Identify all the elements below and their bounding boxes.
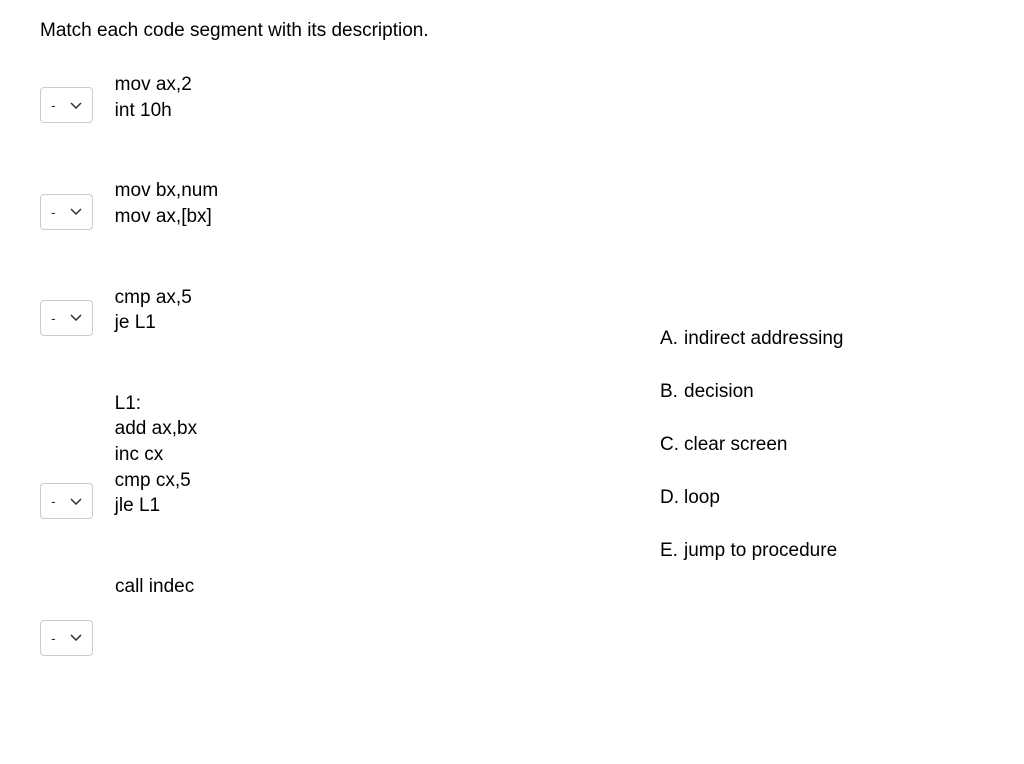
content-area: - mov ax,2 int 10h - mov bx,num mov ax,[…: [40, 72, 984, 711]
match-item: - cmp ax,5 je L1: [40, 285, 660, 336]
answer-dropdown[interactable]: -: [40, 300, 93, 336]
code-segment: L1: add ax,bx inc cx cmp cx,5 jle L1: [115, 391, 197, 519]
match-item: call indec -: [40, 574, 660, 656]
answer-dropdown[interactable]: -: [40, 87, 93, 123]
answer-option: E. jump to procedure: [660, 534, 984, 562]
dropdown-value: -: [51, 493, 56, 509]
chevron-down-icon: [70, 102, 82, 109]
match-item: - L1: add ax,bx inc cx cmp cx,5 jle L1: [40, 391, 660, 519]
dropdown-value: -: [51, 97, 56, 113]
chevron-down-icon: [70, 314, 82, 321]
answer-text: decision: [684, 381, 754, 403]
dropdown-value: -: [51, 630, 56, 646]
chevron-down-icon: [70, 498, 82, 505]
answer-letter: D.: [660, 481, 684, 509]
answer-option: A. indirect addressing: [660, 322, 984, 350]
answer-dropdown[interactable]: -: [40, 194, 93, 230]
chevron-down-icon: [70, 208, 82, 215]
code-segment: mov bx,num mov ax,[bx]: [115, 178, 218, 229]
answer-letter: A.: [660, 322, 684, 350]
question-prompt: Match each code segment with its descrip…: [40, 20, 984, 42]
code-segment: call indec: [115, 574, 194, 600]
answer-text: clear screen: [684, 434, 788, 456]
answer-text: indirect addressing: [684, 328, 843, 350]
chevron-down-icon: [70, 634, 82, 641]
answer-key: A. indirect addressing B. decision C. cl…: [660, 72, 984, 711]
code-segment: cmp ax,5 je L1: [115, 285, 192, 336]
answer-dropdown[interactable]: -: [40, 620, 93, 656]
answer-dropdown[interactable]: -: [40, 483, 93, 519]
match-item: - mov bx,num mov ax,[bx]: [40, 178, 660, 229]
match-item: - mov ax,2 int 10h: [40, 72, 660, 123]
answer-letter: C.: [660, 428, 684, 456]
answer-option: B. decision: [660, 375, 984, 403]
answer-letter: B.: [660, 375, 684, 403]
answer-text: loop: [684, 487, 720, 509]
answer-letter: E.: [660, 534, 684, 562]
dropdown-value: -: [51, 204, 56, 220]
answer-text: jump to procedure: [684, 540, 837, 562]
left-column: - mov ax,2 int 10h - mov bx,num mov ax,[…: [40, 72, 660, 711]
dropdown-value: -: [51, 310, 56, 326]
code-segment: mov ax,2 int 10h: [115, 72, 192, 123]
answer-option: C. clear screen: [660, 428, 984, 456]
answer-option: D. loop: [660, 481, 984, 509]
